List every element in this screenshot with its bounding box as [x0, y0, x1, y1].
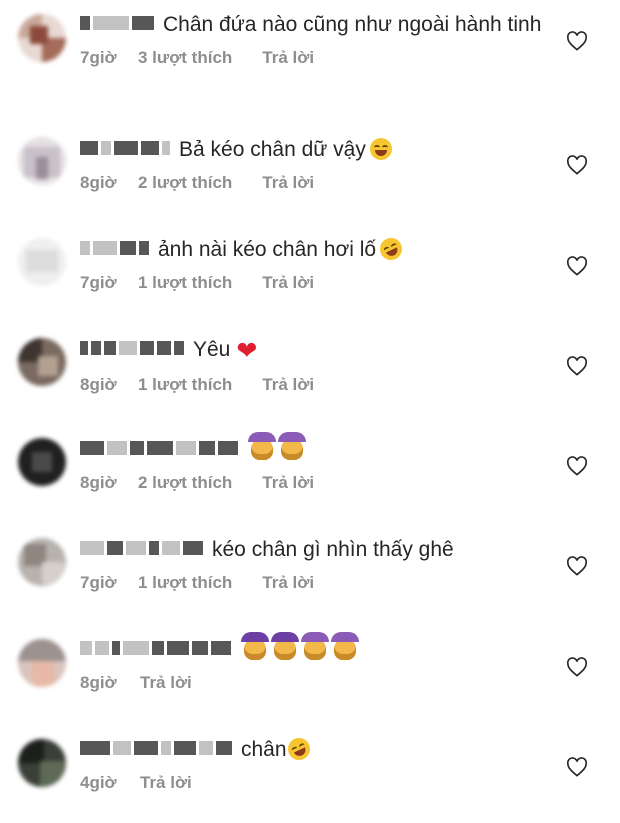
comment-meta: 8giờ Trả lời: [80, 673, 550, 693]
likes-count[interactable]: 1 lượt thích: [138, 375, 232, 395]
comment-text: kéo chân gì nhìn thấy ghê: [212, 538, 454, 561]
laughing-tears-emoji: [369, 138, 392, 160]
comment-meta: 8giờ 2 lượt thích Trả lời: [80, 173, 550, 193]
comment-meta: 7giờ 3 lượt thích Trả lời: [80, 48, 550, 68]
heart-outline-icon[interactable]: [566, 356, 588, 376]
timestamp: 7giờ: [80, 573, 117, 592]
timestamp: 4giờ: [80, 773, 117, 792]
timestamp: 8giờ: [80, 473, 117, 492]
rofl-emoji: [376, 234, 406, 264]
timestamp: 8giờ: [80, 375, 117, 394]
reply-button[interactable]: Trả lời: [262, 473, 314, 493]
username-redacted[interactable]: [80, 16, 157, 31]
comment-text-line: Yêu ❤: [80, 337, 550, 364]
heart-outline-icon[interactable]: [566, 256, 588, 276]
avatar[interactable]: [18, 238, 66, 286]
comment-text-line: ảnh nài kéo chân hơi lố: [80, 234, 550, 264]
avatar[interactable]: [18, 639, 66, 687]
comment-text: chân: [241, 738, 287, 761]
comment-text-line: kéo chân gì nhìn thấy ghê: [80, 537, 550, 562]
comment-text: Bả kéo chân dữ vậy: [179, 138, 366, 161]
heart-outline-icon[interactable]: [566, 155, 588, 175]
comment-text: Chân đứa nào cũng như ngoài hành tinh: [163, 13, 542, 36]
red-heart-emoji: ❤: [236, 337, 258, 365]
avatar[interactable]: [18, 538, 66, 586]
username-redacted[interactable]: [80, 341, 187, 356]
likes-count[interactable]: 2 lượt thích: [138, 473, 232, 493]
reply-button[interactable]: Trả lời: [262, 573, 314, 593]
heart-outline-icon[interactable]: [566, 757, 588, 777]
comment-text-line: [80, 432, 550, 462]
woman-gesturing-ok-emoji: [331, 632, 359, 660]
comment-meta: 7giờ 1 lượt thích Trả lời: [80, 273, 550, 293]
timestamp: 8giờ: [80, 173, 117, 192]
comment-meta: 8giờ 2 lượt thích Trả lời: [80, 473, 550, 493]
comment-text: ảnh nài kéo chân hơi lố: [158, 238, 377, 261]
likes-count[interactable]: 3 lượt thích: [138, 48, 232, 68]
timestamp: 7giờ: [80, 48, 117, 67]
reply-button[interactable]: Trả lời: [262, 48, 314, 68]
heart-outline-icon[interactable]: [566, 556, 588, 576]
reply-button[interactable]: Trả lời: [262, 173, 314, 193]
comment-meta: 4giờ Trả lời: [80, 773, 550, 793]
heart-outline-icon[interactable]: [566, 657, 588, 677]
woman-gesturing-ok-emoji: [248, 432, 276, 460]
comment-text-line: Chân đứa nào cũng như ngoài hành tinh: [80, 12, 550, 37]
reply-button[interactable]: Trả lời: [140, 773, 192, 793]
avatar[interactable]: [18, 338, 66, 386]
likes-count[interactable]: 2 lượt thích: [138, 173, 232, 193]
woman-gesturing-ok-emoji: [278, 432, 306, 460]
likes-count[interactable]: 1 lượt thích: [138, 573, 232, 593]
likes-count[interactable]: 1 lượt thích: [138, 273, 232, 293]
username-redacted[interactable]: [80, 141, 173, 156]
timestamp: 7giờ: [80, 273, 117, 292]
woman-gesturing-ok-emoji: [241, 632, 269, 660]
avatar[interactable]: [18, 14, 66, 62]
reply-button[interactable]: Trả lời: [262, 273, 314, 293]
avatar[interactable]: [18, 438, 66, 486]
rofl-emoji: [283, 734, 314, 764]
username-redacted[interactable]: [80, 641, 234, 656]
comment-text-line: chân: [80, 734, 550, 764]
reply-button[interactable]: Trả lời: [262, 375, 314, 395]
woman-gesturing-ok-emoji: [301, 632, 329, 660]
timestamp: 8giờ: [80, 673, 117, 692]
heart-outline-icon[interactable]: [566, 31, 588, 51]
username-redacted[interactable]: [80, 741, 235, 756]
avatar[interactable]: [18, 739, 66, 787]
comment-meta: 8giờ 1 lượt thích Trả lời: [80, 375, 550, 395]
reply-button[interactable]: Trả lời: [140, 673, 192, 693]
woman-gesturing-ok-emoji: [271, 632, 299, 660]
heart-outline-icon[interactable]: [566, 456, 588, 476]
username-redacted[interactable]: [80, 541, 206, 556]
comment-meta: 7giờ 1 lượt thích Trả lời: [80, 573, 550, 593]
username-redacted[interactable]: [80, 441, 241, 456]
avatar[interactable]: [18, 137, 66, 185]
comment-text-line: Bả kéo chân dữ vậy: [80, 137, 550, 162]
username-redacted[interactable]: [80, 241, 152, 256]
comment-text: Yêu: [193, 338, 231, 361]
comment-text-line: [80, 632, 550, 662]
